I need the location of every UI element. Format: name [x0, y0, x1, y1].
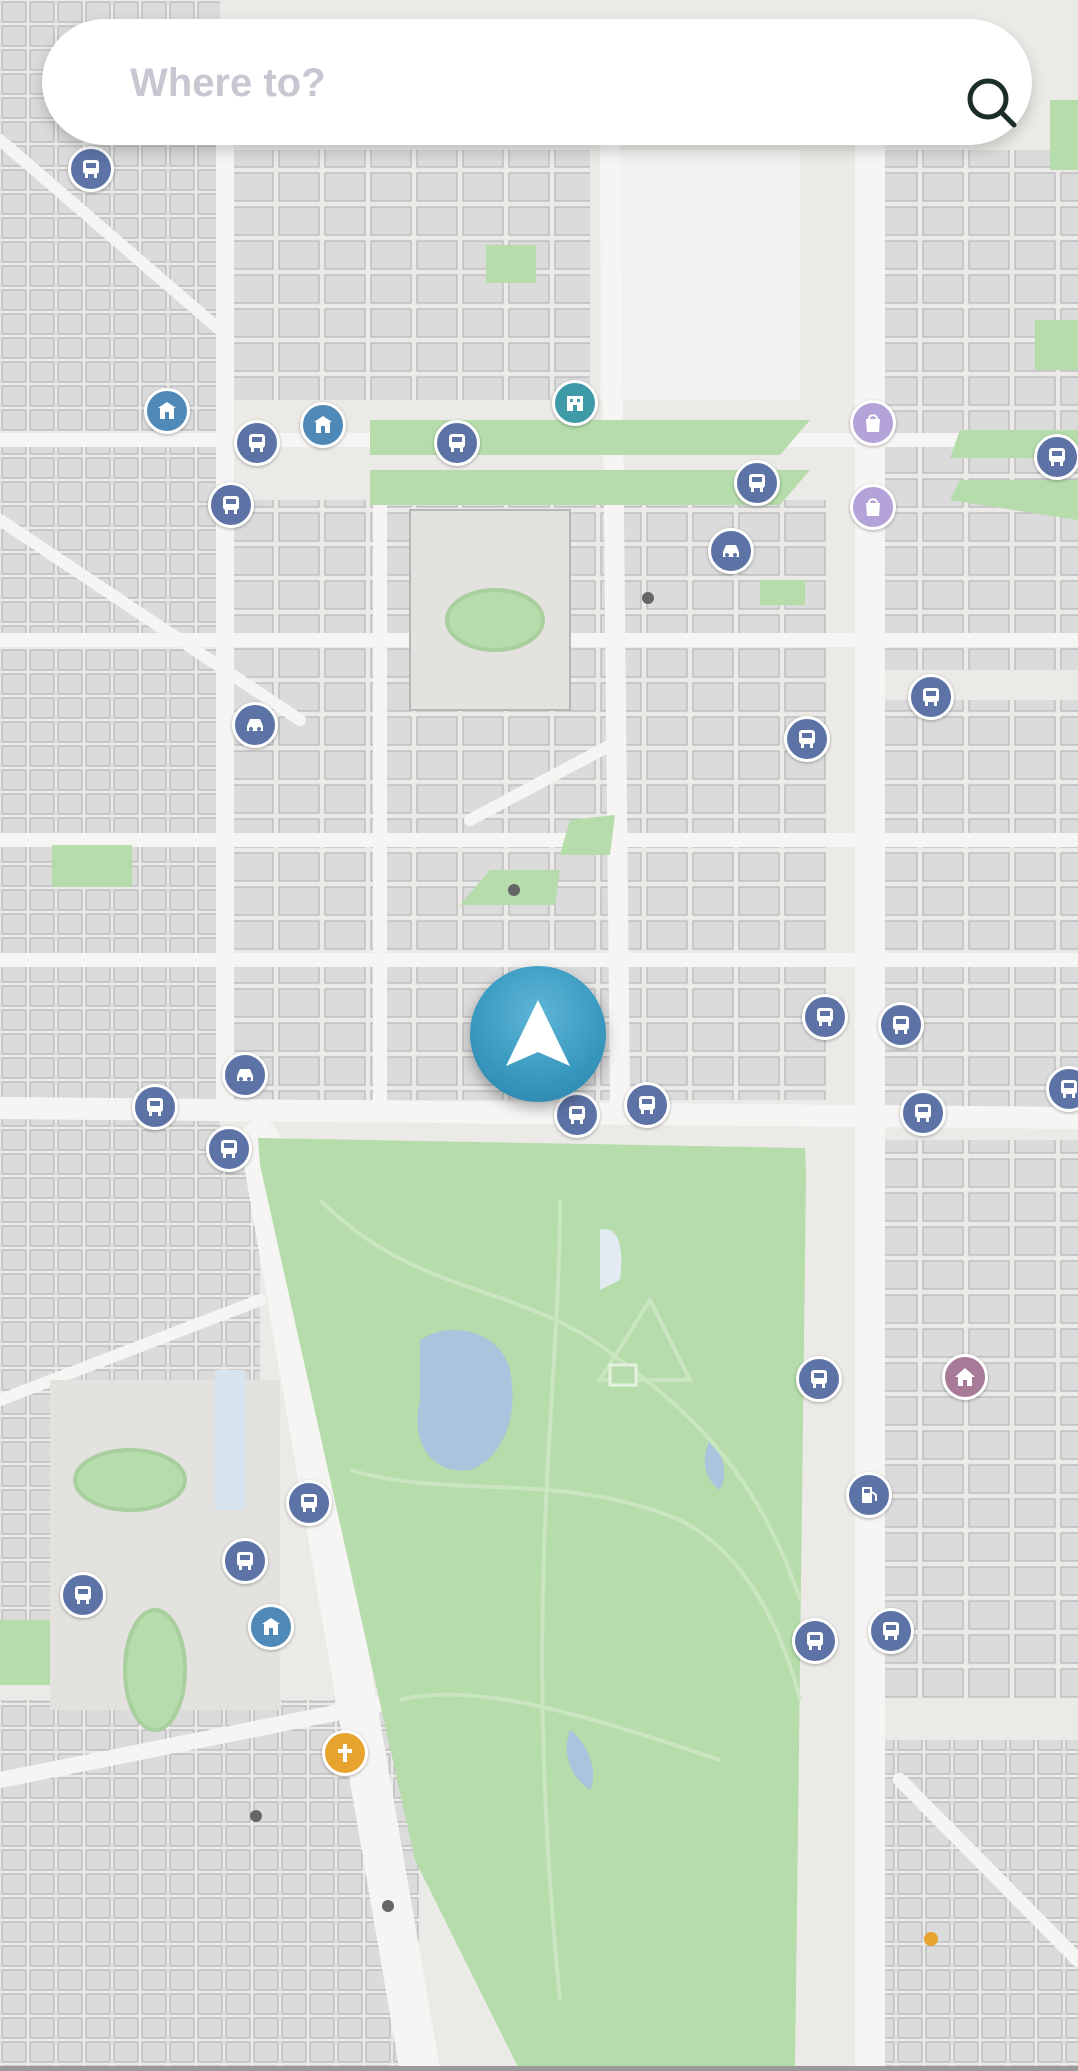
car-icon[interactable] [708, 528, 754, 574]
point-marker[interactable] [924, 1932, 938, 1946]
current-location-marker[interactable] [470, 966, 606, 1102]
point-marker[interactable] [642, 592, 654, 604]
bus-stop-icon[interactable] [234, 420, 280, 466]
search-input[interactable] [128, 49, 892, 117]
bus-stop-icon[interactable] [222, 1538, 268, 1584]
point-marker[interactable] [250, 1810, 262, 1822]
building-icon[interactable] [552, 380, 598, 426]
point-marker[interactable] [382, 1900, 394, 1912]
bus-stop-icon[interactable] [206, 1126, 252, 1172]
navigation-arrow-icon [506, 1000, 570, 1066]
search-bar [42, 19, 1032, 145]
bus-stop-icon[interactable] [792, 1618, 838, 1664]
school-icon[interactable] [144, 388, 190, 434]
bottom-edge [0, 2066, 1078, 2071]
bus-stop-icon[interactable] [208, 482, 254, 528]
bus-stop-icon[interactable] [784, 716, 830, 762]
search-icon[interactable] [962, 73, 1022, 133]
home-icon[interactable] [942, 1354, 988, 1400]
car-icon[interactable] [232, 702, 278, 748]
bus-stop-icon[interactable] [734, 460, 780, 506]
bus-stop-icon[interactable] [132, 1084, 178, 1130]
bus-stop-icon[interactable] [900, 1090, 946, 1136]
bus-stop-icon[interactable] [802, 994, 848, 1040]
bus-stop-icon[interactable] [60, 1572, 106, 1618]
bus-stop-icon[interactable] [908, 674, 954, 720]
car-icon[interactable] [222, 1052, 268, 1098]
shopping-bag-icon[interactable] [850, 484, 896, 530]
bus-stop-icon[interactable] [796, 1356, 842, 1402]
bus-stop-icon[interactable] [868, 1608, 914, 1654]
bus-stop-icon[interactable] [1034, 434, 1078, 480]
school-icon[interactable] [300, 402, 346, 448]
bus-stop-icon[interactable] [68, 146, 114, 192]
fuel-icon[interactable] [846, 1472, 892, 1518]
church-icon[interactable] [322, 1730, 368, 1776]
bus-stop-icon[interactable] [624, 1082, 670, 1128]
bus-stop-icon[interactable] [878, 1002, 924, 1048]
school-icon[interactable] [248, 1604, 294, 1650]
point-marker[interactable] [508, 884, 520, 896]
shopping-bag-icon[interactable] [850, 400, 896, 446]
bus-stop-icon[interactable] [434, 420, 480, 466]
bus-stop-icon[interactable] [286, 1480, 332, 1526]
